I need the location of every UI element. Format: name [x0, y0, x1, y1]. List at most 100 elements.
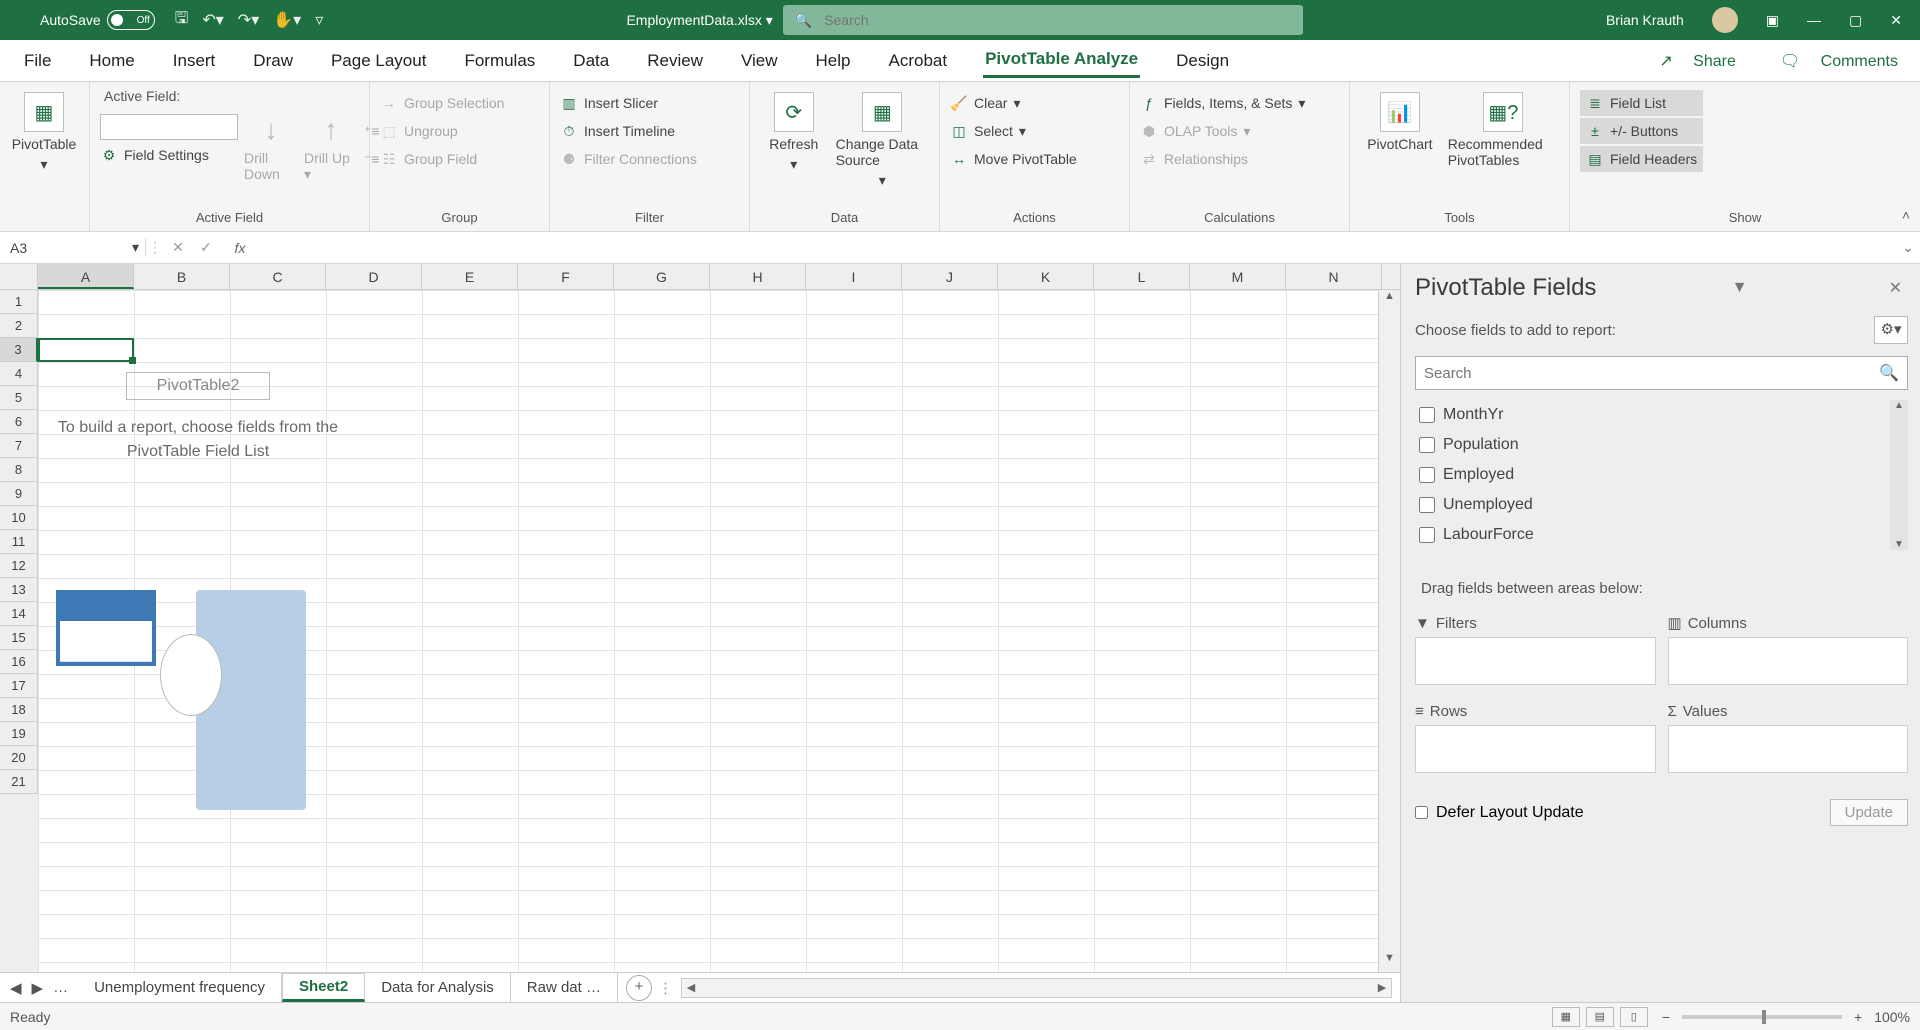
area-filters[interactable]: ▼Filters	[1415, 609, 1656, 685]
row-header-13[interactable]: 13	[0, 578, 38, 602]
select-button[interactable]: ◫Select ▾	[950, 118, 1077, 144]
save-icon[interactable]: 🖫	[175, 7, 189, 34]
row-header-16[interactable]: 16	[0, 650, 38, 674]
tab-nav-more-icon[interactable]: …	[53, 979, 68, 997]
row-header-3[interactable]: 3	[0, 338, 38, 362]
tab-review[interactable]: Review	[645, 45, 705, 77]
col-header-k[interactable]: K	[998, 264, 1094, 289]
row-header-15[interactable]: 15	[0, 626, 38, 650]
defer-checkbox[interactable]	[1415, 806, 1428, 819]
view-page-break-icon[interactable]: ▯	[1620, 1007, 1648, 1027]
field-employed[interactable]: Employed	[1415, 460, 1908, 490]
selected-cell[interactable]	[38, 338, 134, 362]
close-icon[interactable]: ✕	[1890, 12, 1902, 29]
row-header-12[interactable]: 12	[0, 554, 38, 578]
field-headers-toggle[interactable]: ▤Field Headers	[1580, 146, 1703, 172]
scroll-up-icon[interactable]: ▲	[1379, 290, 1400, 310]
row-header-10[interactable]: 10	[0, 506, 38, 530]
tab-insert[interactable]: Insert	[171, 45, 218, 77]
row-header-18[interactable]: 18	[0, 698, 38, 722]
field-checkbox[interactable]	[1419, 497, 1435, 513]
field-checkbox[interactable]	[1419, 467, 1435, 483]
collapse-ribbon-icon[interactable]: ˄	[1902, 207, 1910, 223]
pane-close-icon[interactable]: ✕	[1883, 278, 1908, 298]
tab-file[interactable]: File	[22, 45, 53, 77]
chevron-down-icon[interactable]: ▾	[132, 239, 139, 256]
clear-button[interactable]: 🧹Clear ▾	[950, 90, 1077, 116]
pane-dropdown-icon[interactable]: ▼	[1726, 279, 1754, 297]
fx-icon[interactable]: fx	[220, 240, 260, 256]
tab-help[interactable]: Help	[814, 45, 853, 77]
col-header-m[interactable]: M	[1190, 264, 1286, 289]
row-header-7[interactable]: 7	[0, 434, 38, 458]
pivottable-button[interactable]: ▦PivotTable▾	[10, 86, 78, 173]
refresh-button[interactable]: ⟳Refresh▾	[760, 86, 828, 173]
tab-nav-next-icon[interactable]: ▶	[32, 979, 44, 997]
cell-grid[interactable]: PivotTable2 To build a report, choose fi…	[38, 290, 1378, 972]
name-box[interactable]: A3▾	[0, 239, 146, 256]
tab-view[interactable]: View	[739, 45, 780, 77]
horizontal-scrollbar[interactable]: ◀▶	[681, 978, 1392, 998]
area-values[interactable]: ΣValues	[1668, 697, 1909, 773]
tab-home[interactable]: Home	[87, 45, 136, 77]
field-list-toggle[interactable]: ≣Field List	[1580, 90, 1703, 116]
sheet-tab-raw-data[interactable]: Raw dat …	[511, 973, 618, 1002]
sheet-tab-sheet2[interactable]: Sheet2	[282, 973, 365, 1002]
col-header-e[interactable]: E	[422, 264, 518, 289]
change-data-source-button[interactable]: ▦Change Data Source ▾	[836, 86, 929, 189]
tab-page-layout[interactable]: Page Layout	[329, 45, 428, 77]
scroll-left-icon[interactable]: ◀	[682, 979, 700, 997]
tab-pivottable-analyze[interactable]: PivotTable Analyze	[983, 43, 1140, 78]
row-header-1[interactable]: 1	[0, 290, 38, 314]
col-header-h[interactable]: H	[710, 264, 806, 289]
zoom-level[interactable]: 100%	[1874, 1009, 1910, 1025]
sheet-tab-unemployment[interactable]: Unemployment frequency	[78, 973, 282, 1002]
qat-dropdown-icon[interactable]: ▿	[315, 10, 323, 30]
pivotchart-button[interactable]: 📊PivotChart	[1360, 86, 1440, 152]
field-settings-button[interactable]: ⚙Field Settings	[100, 142, 238, 168]
insert-timeline-button[interactable]: ⏱Insert Timeline	[560, 118, 697, 144]
row-header-21[interactable]: 21	[0, 770, 38, 794]
field-monthyr[interactable]: MonthYr	[1415, 400, 1908, 430]
enter-formula-icon[interactable]: ✓	[192, 239, 220, 256]
insert-slicer-button[interactable]: ▥Insert Slicer	[560, 90, 697, 116]
vertical-scrollbar[interactable]: ▲▼	[1378, 290, 1400, 972]
active-field-input[interactable]	[100, 114, 238, 140]
comments-button[interactable]: 🗨 Comments	[1764, 51, 1898, 71]
area-rows[interactable]: ≡Rows	[1415, 697, 1656, 773]
field-list-scrollbar[interactable]: ▲▼	[1890, 400, 1908, 550]
col-header-c[interactable]: C	[230, 264, 326, 289]
touch-mode-icon[interactable]: ✋▾	[273, 10, 301, 30]
minimize-icon[interactable]: ―	[1807, 12, 1821, 28]
tab-nav-prev-icon[interactable]: ◀	[10, 979, 22, 997]
select-all-corner[interactable]	[0, 264, 38, 289]
row-header-11[interactable]: 11	[0, 530, 38, 554]
user-avatar-icon[interactable]	[1712, 7, 1738, 33]
file-name[interactable]: EmploymentData.xlsx ▾	[626, 12, 772, 29]
search-input[interactable]	[824, 12, 1005, 28]
fields-items-sets-button[interactable]: ƒFields, Items, & Sets ▾	[1140, 90, 1305, 116]
autosave-toggle[interactable]: Off	[107, 10, 155, 30]
field-population[interactable]: Population	[1415, 430, 1908, 460]
zoom-slider[interactable]	[1682, 1015, 1842, 1019]
tab-design[interactable]: Design	[1174, 45, 1231, 77]
formula-input[interactable]	[260, 240, 1920, 255]
add-sheet-button[interactable]: +	[626, 975, 652, 1001]
move-pivottable-button[interactable]: ↔Move PivotTable	[950, 146, 1077, 172]
update-button[interactable]: Update	[1830, 799, 1908, 826]
col-header-f[interactable]: F	[518, 264, 614, 289]
col-header-n[interactable]: N	[1286, 264, 1382, 289]
row-header-8[interactable]: 8	[0, 458, 38, 482]
col-header-l[interactable]: L	[1094, 264, 1190, 289]
col-header-d[interactable]: D	[326, 264, 422, 289]
zoom-out-icon[interactable]: −	[1662, 1009, 1670, 1025]
scroll-down-icon[interactable]: ▼	[1379, 952, 1400, 972]
tab-formulas[interactable]: Formulas	[462, 45, 537, 77]
user-name[interactable]: Brian Krauth	[1606, 12, 1684, 28]
row-header-14[interactable]: 14	[0, 602, 38, 626]
field-unemployed[interactable]: Unemployed	[1415, 490, 1908, 520]
pane-settings-button[interactable]: ⚙▾	[1874, 316, 1908, 344]
share-button[interactable]: ↗ Share	[1643, 51, 1736, 71]
redo-icon[interactable]: ↷▾	[238, 10, 259, 30]
col-header-a[interactable]: A	[38, 264, 134, 289]
